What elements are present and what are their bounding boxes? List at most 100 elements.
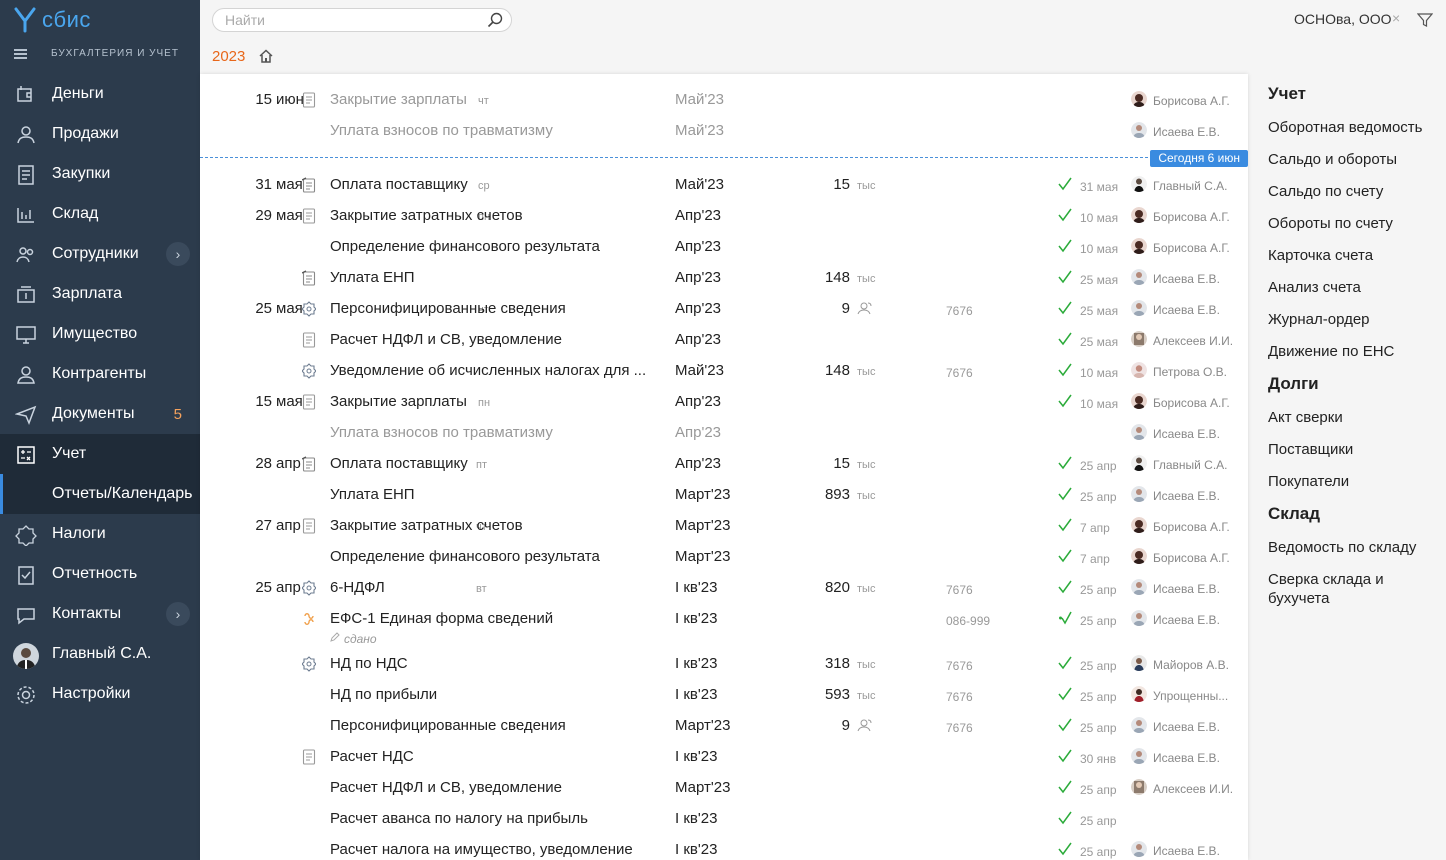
table-row[interactable]: Расчет НДФЛ и СВ, уведомление Март'23 25 а… [200,771,1248,802]
task-name[interactable]: Закрытие затратных счетов [330,207,660,224]
task-name[interactable]: Расчет аванса по налогу на прибыль [330,810,660,827]
sidebar-item-documents[interactable]: Документы 5 [0,394,200,434]
responsible-person[interactable]: Борисова А.Г. [1153,551,1237,565]
table-row[interactable]: Уведомление об исчисленных налогах для .… [200,354,1248,385]
table-row[interactable]: 15 мая пн Закрытие зарплаты Апр'23 10 мая Бори… [200,385,1248,416]
right-menu-item[interactable]: Покупатели [1268,472,1438,491]
task-name[interactable]: Расчет НДФЛ и СВ, уведомление [330,331,660,348]
right-menu-item[interactable]: Сверка склада и бухучета [1268,570,1438,608]
task-name[interactable]: Расчет налога на имущество, уведомление [330,841,660,858]
sidebar-item-contacts[interactable]: Контакты › [0,594,200,634]
expand-chevron-icon[interactable]: › [166,242,190,266]
responsible-person[interactable]: Борисова А.Г. [1153,520,1237,534]
responsible-person[interactable]: Исаева Е.В. [1153,613,1237,627]
task-name[interactable]: Расчет НДФЛ и СВ, уведомление [330,779,660,796]
right-menu-item[interactable]: Сальдо по счету [1268,182,1438,201]
sidebar-item-settings[interactable]: Настройки [0,674,200,714]
sbis-logo[interactable]: сбис [14,6,91,34]
table-row[interactable]: 29 мая пн Закрытие затратных счетов Апр'23 10… [200,199,1248,230]
task-name[interactable]: Оплата поставщику [330,176,660,193]
right-menu-item[interactable]: Сальдо и обороты [1268,150,1438,169]
task-name[interactable]: Закрытие зарплаты [330,393,660,410]
responsible-person[interactable]: Алексеев И.И. [1153,782,1237,796]
table-row[interactable]: ЕФС-1 Единая форма сведений I кв'23 086-99… [200,602,1248,647]
filter-icon[interactable] [1417,12,1433,28]
table-row[interactable]: 25 мая чт Персонифицированные сведения Апр'2… [200,292,1248,323]
responsible-person[interactable]: Исаева Е.В. [1153,303,1237,317]
right-menu-item[interactable]: Ведомость по складу [1268,538,1438,557]
table-row[interactable]: НД по НДС I кв'23 318 тыс 7676 25 апр Майоров … [200,647,1248,678]
responsible-person[interactable]: Исаева Е.В. [1153,489,1237,503]
responsible-person[interactable]: Алексеев И.И. [1153,334,1237,348]
task-name[interactable]: Уплата взносов по травматизму [330,122,660,139]
task-name[interactable]: Закрытие зарплаты [330,91,660,108]
search-input[interactable] [225,12,475,28]
task-name[interactable]: НД по НДС [330,655,660,672]
responsible-person[interactable]: Борисова А.Г. [1153,210,1237,224]
section-switcher[interactable]: БУХГАЛТЕРИЯ И УЧЕТ [14,48,179,59]
sidebar-item-contractors[interactable]: Контрагенты [0,354,200,394]
sidebar-item-purchases[interactable]: Закупки [0,154,200,194]
sidebar-item-reporting[interactable]: Отчетность [0,554,200,594]
task-name[interactable]: Оплата поставщику [330,455,660,472]
right-menu-item[interactable]: Обороты по счету [1268,214,1438,233]
task-name[interactable]: Закрытие затратных счетов [330,517,660,534]
table-row[interactable]: Уплата взносов по травматизму Апр'23 Исаев… [200,416,1248,447]
task-name[interactable]: Уплата взносов по травматизму [330,424,660,441]
sidebar-item-accounting[interactable]: Учет [0,434,200,474]
table-row[interactable]: Уплата ЕНП Март'23 893 тыс 25 апр Исаева Е.В. [200,478,1248,509]
table-row[interactable]: 25 апр вт 6-НДФЛ I кв'23 820 тыс 7676 25 апр Исае… [200,571,1248,602]
responsible-person[interactable]: Борисова А.Г. [1153,94,1237,108]
task-name[interactable]: Уплата ЕНП [330,269,660,286]
sidebar-item-user-avatar[interactable]: Главный С.А. [0,634,200,674]
right-menu-item[interactable]: Оборотная ведомость [1268,118,1438,137]
responsible-person[interactable]: Исаева Е.В. [1153,125,1237,139]
company-filter[interactable]: ОСНОва, ООО [1294,11,1392,27]
right-menu-item[interactable]: Анализ счета [1268,278,1438,297]
table-row[interactable]: 15 июн чт Закрытие зарплаты Май'23 Борисова А… [200,83,1248,114]
sidebar-item-sales[interactable]: Продажи [0,114,200,154]
table-row[interactable]: НД по прибыли I кв'23 593 тыс 7676 25 апр Упро… [200,678,1248,709]
responsible-person[interactable]: Исаева Е.В. [1153,582,1237,596]
table-row[interactable]: Персонифицированные сведения Март'23 9 7676… [200,709,1248,740]
table-row[interactable]: Определение финансового результата Март'2… [200,540,1248,571]
table-row[interactable]: Расчет НДС I кв'23 30 янв Исаева Е.В. [200,740,1248,771]
responsible-person[interactable]: Исаева Е.В. [1153,720,1237,734]
responsible-person[interactable]: Исаева Е.В. [1153,427,1237,441]
responsible-person[interactable]: Майоров А.В. [1153,658,1237,672]
responsible-person[interactable]: Исаева Е.В. [1153,751,1237,765]
table-row[interactable]: Определение финансового результата Апр'23… [200,230,1248,261]
table-row[interactable]: Расчет НДФЛ и СВ, уведомление Апр'23 25 ма… [200,323,1248,354]
task-name[interactable]: Персонифицированные сведения [330,300,660,317]
menu-burger-icon[interactable] [14,48,27,59]
task-name[interactable]: Уведомление об исчисленных налогах для .… [330,362,660,379]
task-name[interactable]: Определение финансового результата [330,238,660,255]
task-name[interactable]: 6-НДФЛ [330,579,660,596]
sidebar-item-property[interactable]: Имущество [0,314,200,354]
sidebar-item-reports-calendar[interactable]: Отчеты/Календарь [0,474,200,514]
responsible-person[interactable]: Исаева Е.В. [1153,272,1237,286]
sidebar-item-salary[interactable]: Зарплата [0,274,200,314]
search-box[interactable] [212,8,512,32]
year-selector[interactable]: 2023 [212,48,245,65]
right-menu-item[interactable]: Журнал-ордер [1268,310,1438,329]
expand-chevron-icon[interactable]: › [166,602,190,626]
task-name[interactable]: ЕФС-1 Единая форма сведений [330,610,660,627]
responsible-person[interactable]: Упрощенны... [1153,689,1237,703]
table-row[interactable]: Уплата взносов по травматизму Май'23 Исаев… [200,114,1248,145]
table-row[interactable]: 27 апр чт Закрытие затратных счетов Март'23 7… [200,509,1248,540]
task-name[interactable]: Уплата ЕНП [330,486,660,503]
table-row[interactable]: Уплата ЕНП Апр'23 148 тыс 25 мая Исаева Е.В. [200,261,1248,292]
search-icon[interactable] [487,12,503,28]
responsible-person[interactable]: Борисова А.Г. [1153,396,1237,410]
responsible-person[interactable]: Борисова А.Г. [1153,241,1237,255]
responsible-person[interactable]: Петрова О.В. [1153,365,1237,379]
table-row[interactable]: 28 апр пт Оплата поставщику Апр'23 15 тыс 25 ап… [200,447,1248,478]
task-name[interactable]: Расчет НДС [330,748,660,765]
responsible-person[interactable]: Главный С.А. [1153,458,1237,472]
right-menu-item[interactable]: Движение по ЕНС [1268,342,1438,361]
sidebar-item-wallet[interactable]: Деньги [0,74,200,114]
task-name[interactable]: Персонифицированные сведения [330,717,660,734]
table-row[interactable]: 31 мая ср Оплата поставщику Май'23 15 тыс 31 ма… [200,168,1248,199]
task-name[interactable]: НД по прибыли [330,686,660,703]
